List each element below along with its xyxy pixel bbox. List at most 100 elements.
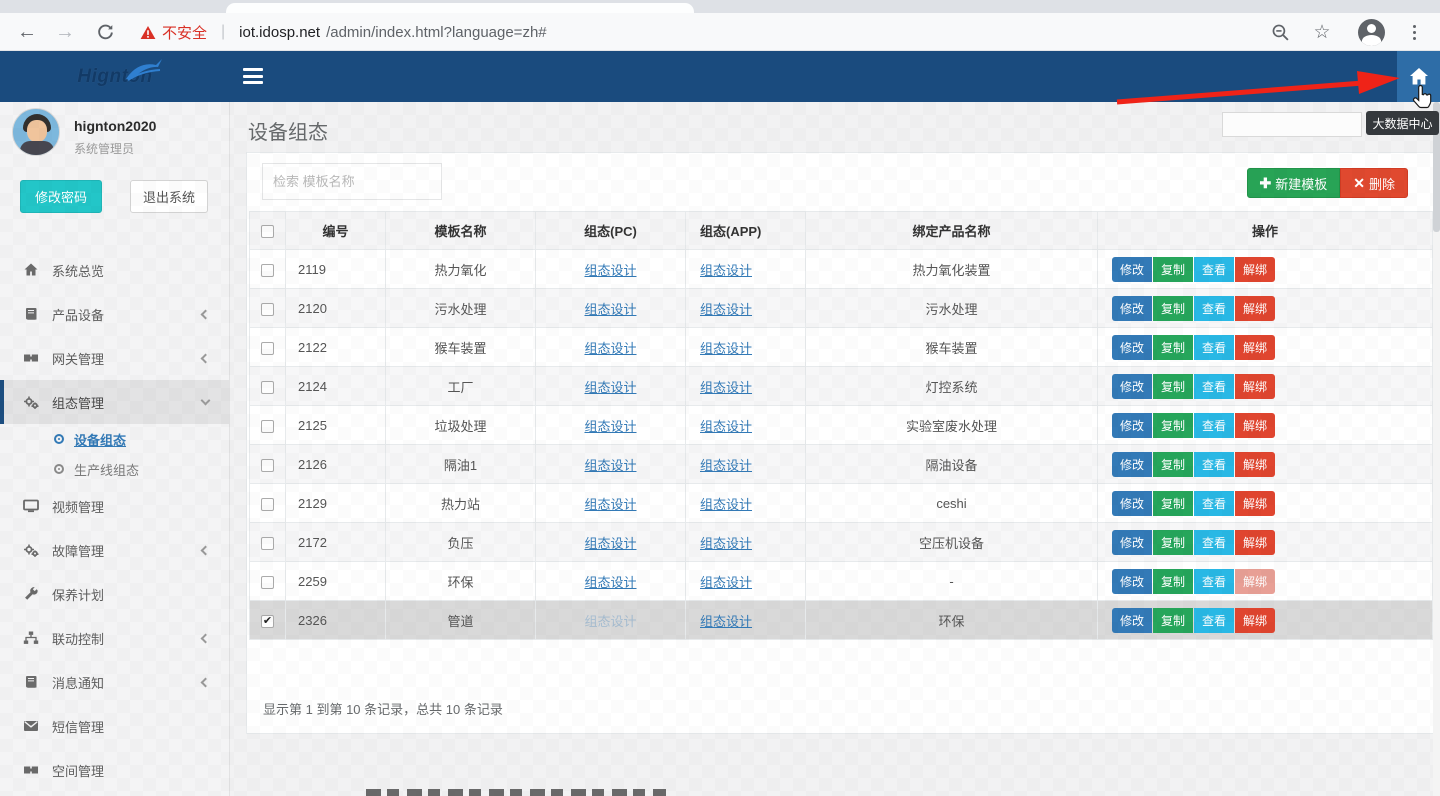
row-checkbox[interactable] [261,381,274,394]
new-template-button[interactable]: ✚新建模板 [1247,168,1341,198]
row-checkbox[interactable] [261,459,274,472]
unbind-action-button[interactable]: 解绑 [1235,452,1275,477]
sidebar-item-2[interactable]: 网关管理 [0,336,229,380]
url-host[interactable]: iot.idosp.net [239,24,320,41]
sidebar-item-6[interactable]: 保养计划 [0,572,229,616]
edit-action-button[interactable]: 修改 [1112,257,1152,282]
view-action-button[interactable]: 查看 [1194,491,1234,516]
pc-design-link[interactable]: 组态设计 [584,341,636,356]
view-action-button[interactable]: 查看 [1194,452,1234,477]
delete-button[interactable]: ✕删除 [1340,168,1408,198]
copy-action-button[interactable]: 复制 [1153,608,1193,633]
app-design-link[interactable]: 组态设计 [700,614,752,629]
omnibox[interactable]: 不安全 | iot.idosp.net/admin/index.html?lan… [140,13,547,51]
app-design-link[interactable]: 组态设计 [700,419,752,434]
sidebar-item-1[interactable]: 产品设备 [0,292,229,336]
row-checkbox[interactable] [261,303,274,316]
hamburger-menu-icon[interactable] [243,68,263,84]
pc-design-link[interactable]: 组态设计 [584,263,636,278]
url-path[interactable]: /admin/index.html?language=zh# [326,24,547,41]
copy-action-button[interactable]: 复制 [1153,296,1193,321]
app-design-link[interactable]: 组态设计 [700,341,752,356]
view-action-button[interactable]: 查看 [1194,569,1234,594]
scrollbar[interactable] [1433,102,1440,796]
pc-design-link[interactable]: 组态设计 [584,302,636,317]
pc-design-link[interactable]: 组态设计 [584,419,636,434]
row-checkbox[interactable] [261,498,274,511]
topbar-search-box[interactable] [1222,112,1362,137]
view-action-button[interactable]: 查看 [1194,257,1234,282]
pc-design-link[interactable]: 组态设计 [584,575,636,590]
sidebar-item-7[interactable]: 联动控制 [0,616,229,660]
back-icon[interactable]: ← [10,13,44,51]
browser-menu-icon[interactable] [1404,22,1424,42]
copy-action-button[interactable]: 复制 [1153,413,1193,438]
view-action-button[interactable]: 查看 [1194,335,1234,360]
unbind-action-button[interactable]: 解绑 [1235,374,1275,399]
copy-action-button[interactable]: 复制 [1153,569,1193,594]
row-checkbox[interactable] [261,537,274,550]
edit-action-button[interactable]: 修改 [1112,413,1152,438]
app-design-link[interactable]: 组态设计 [700,380,752,395]
row-checkbox[interactable] [261,420,274,433]
unbind-action-button[interactable]: 解绑 [1235,413,1275,438]
app-design-link[interactable]: 组态设计 [700,575,752,590]
copy-action-button[interactable]: 复制 [1153,530,1193,555]
edit-action-button[interactable]: 修改 [1112,608,1152,633]
copy-action-button[interactable]: 复制 [1153,335,1193,360]
unbind-action-button[interactable]: 解绑 [1235,335,1275,360]
row-checkbox[interactable]: ✔ [261,615,274,628]
row-checkbox[interactable] [261,342,274,355]
browser-profile-avatar[interactable] [1358,19,1385,46]
security-warning-label[interactable]: 不安全 [162,22,207,43]
unbind-action-button[interactable]: 解绑 [1235,491,1275,516]
zoom-out-icon[interactable] [1262,13,1298,51]
pc-design-link[interactable]: 组态设计 [584,458,636,473]
user-avatar[interactable] [12,108,60,156]
view-action-button[interactable]: 查看 [1194,296,1234,321]
edit-action-button[interactable]: 修改 [1112,335,1152,360]
sidebar-subitem-3-1[interactable]: 生产线组态 [0,454,229,484]
pc-design-link[interactable]: 组态设计 [584,380,636,395]
sidebar-item-4[interactable]: 视频管理 [0,484,229,528]
search-input[interactable] [262,163,442,200]
pc-design-link[interactable]: 组态设计 [584,536,636,551]
app-design-link[interactable]: 组态设计 [700,536,752,551]
copy-action-button[interactable]: 复制 [1153,452,1193,477]
view-action-button[interactable]: 查看 [1194,413,1234,438]
bookmark-star-icon[interactable]: ☆ [1304,13,1340,51]
row-checkbox[interactable] [261,264,274,277]
pc-design-link[interactable]: 组态设计 [584,497,636,512]
edit-action-button[interactable]: 修改 [1112,491,1152,516]
app-design-link[interactable]: 组态设计 [700,497,752,512]
browser-tab[interactable] [226,3,694,13]
app-design-link[interactable]: 组态设计 [700,263,752,278]
view-action-button[interactable]: 查看 [1194,530,1234,555]
unbind-action-button[interactable]: 解绑 [1235,608,1275,633]
forward-icon[interactable]: → [48,13,82,51]
sidebar-subitem-3-0[interactable]: 设备组态 [0,424,229,454]
row-checkbox[interactable] [261,576,274,589]
copy-action-button[interactable]: 复制 [1153,491,1193,516]
sidebar-item-8[interactable]: 消息通知 [0,660,229,704]
reload-icon[interactable] [88,13,122,51]
logout-button[interactable]: 退出系统 [130,180,208,213]
unbind-action-button[interactable]: 解绑 [1235,257,1275,282]
sidebar-item-10[interactable]: 空间管理 [0,748,229,792]
edit-action-button[interactable]: 修改 [1112,569,1152,594]
pc-design-link[interactable]: 组态设计 [584,614,636,629]
unbind-action-button[interactable]: 解绑 [1235,296,1275,321]
copy-action-button[interactable]: 复制 [1153,374,1193,399]
select-all-checkbox[interactable] [261,225,274,238]
sidebar-item-0[interactable]: 系统总览 [0,248,229,292]
edit-action-button[interactable]: 修改 [1112,374,1152,399]
change-password-button[interactable]: 修改密码 [20,180,102,213]
app-design-link[interactable]: 组态设计 [700,302,752,317]
unbind-action-button[interactable]: 解绑 [1235,530,1275,555]
edit-action-button[interactable]: 修改 [1112,296,1152,321]
sidebar-item-9[interactable]: 短信管理 [0,704,229,748]
view-action-button[interactable]: 查看 [1194,608,1234,633]
sidebar-item-3[interactable]: 组态管理 [0,380,229,424]
big-data-center-home-button[interactable] [1397,51,1440,102]
edit-action-button[interactable]: 修改 [1112,452,1152,477]
